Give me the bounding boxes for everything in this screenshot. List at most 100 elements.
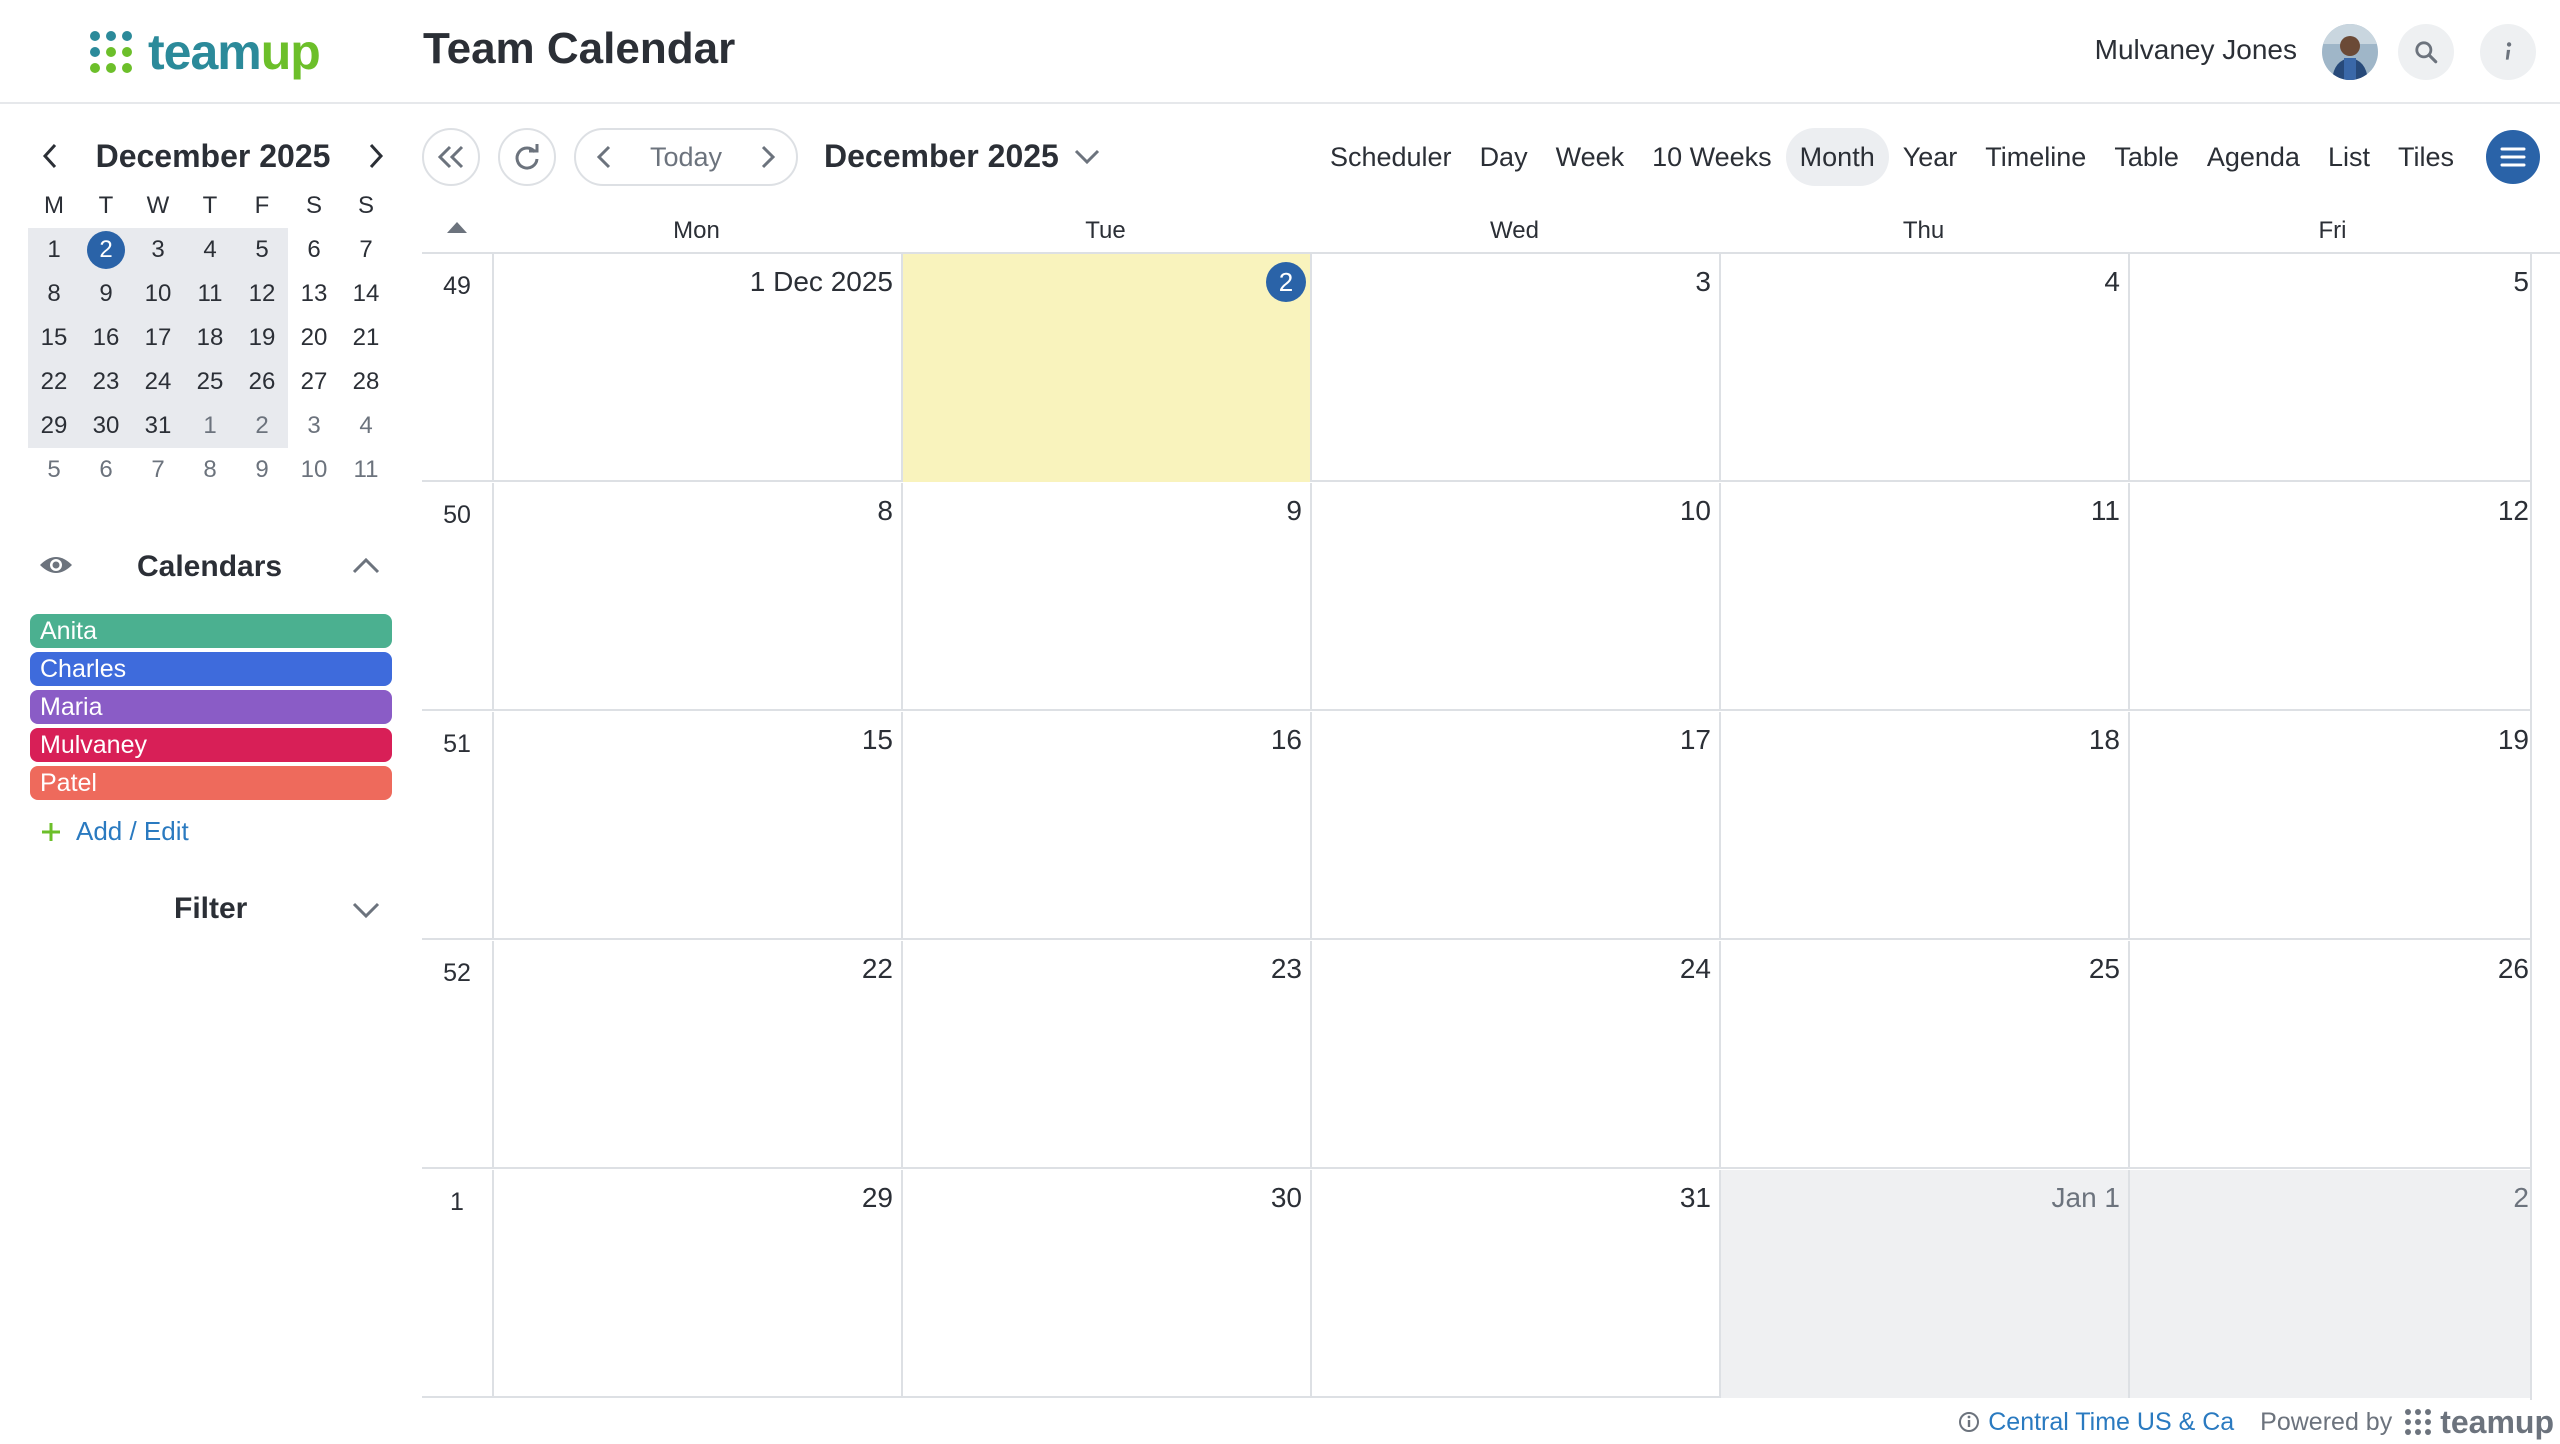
mini-day[interactable]: 4 (340, 404, 392, 448)
calendar-item-charles[interactable]: Charles (30, 652, 392, 686)
day-cell[interactable]: 9 (901, 483, 1310, 711)
mini-day[interactable]: 9 (236, 448, 288, 492)
collapse-calendars-button[interactable] (350, 550, 382, 587)
timezone-link[interactable]: Central Time US & Ca (1958, 1408, 2234, 1437)
mini-day[interactable]: 16 (80, 316, 132, 360)
day-number[interactable]: 31 (1680, 1182, 1711, 1214)
day-number[interactable]: 3 (1695, 266, 1711, 298)
day-number[interactable]: 23 (1271, 953, 1302, 985)
day-cell[interactable]: 11 (1719, 483, 2128, 711)
day-number[interactable]: 12 (2498, 495, 2529, 527)
mini-prev-month-button[interactable] (28, 134, 72, 178)
mini-day[interactable]: 6 (288, 228, 340, 272)
day-number[interactable]: 18 (2089, 724, 2120, 756)
mini-day[interactable]: 9 (80, 272, 132, 316)
day-cell[interactable]: 10 (1310, 483, 1719, 711)
view-scheduler[interactable]: Scheduler (1316, 128, 1466, 186)
week-number[interactable]: 51 (422, 712, 492, 940)
day-cell[interactable]: Jan 1 (1719, 1170, 2128, 1398)
view-week[interactable]: Week (1542, 128, 1639, 186)
mini-day[interactable]: 26 (236, 360, 288, 404)
day-number[interactable]: 19 (2498, 724, 2529, 756)
day-number[interactable]: 2 (2513, 1182, 2529, 1214)
calendar-item-patel[interactable]: Patel (30, 766, 392, 800)
day-number[interactable]: 17 (1680, 724, 1711, 756)
day-cell[interactable]: 22 (492, 941, 901, 1169)
mini-day[interactable]: 18 (184, 316, 236, 360)
mini-day[interactable]: 21 (340, 316, 392, 360)
day-cell[interactable]: 26 (2128, 941, 2537, 1169)
day-cell[interactable]: 18 (1719, 712, 2128, 940)
day-cell[interactable]: 29 (492, 1170, 901, 1398)
mini-day[interactable]: 1 (184, 404, 236, 448)
day-number[interactable]: 25 (2089, 953, 2120, 985)
mini-day[interactable]: 6 (80, 448, 132, 492)
mini-day[interactable]: 22 (28, 360, 80, 404)
day-cell[interactable]: 5 (2128, 254, 2537, 482)
mini-day[interactable]: 8 (184, 448, 236, 492)
day-cell[interactable]: 3 (1310, 254, 1719, 482)
week-number[interactable]: 49 (422, 254, 492, 482)
day-cell[interactable]: 19 (2128, 712, 2537, 940)
info-button[interactable] (2480, 24, 2536, 80)
mini-day[interactable]: 29 (28, 404, 80, 448)
collapse-week-numbers-button[interactable] (446, 220, 468, 239)
mini-next-month-button[interactable] (354, 134, 398, 178)
mini-day[interactable]: 31 (132, 404, 184, 448)
day-number[interactable]: 1 Dec 2025 (750, 266, 893, 298)
day-cell[interactable]: 17 (1310, 712, 1719, 940)
day-number[interactable]: 24 (1680, 953, 1711, 985)
mini-day[interactable]: 28 (340, 360, 392, 404)
day-cell[interactable]: 31 (1310, 1170, 1719, 1398)
day-number[interactable]: 5 (2513, 266, 2529, 298)
day-cell[interactable]: 16 (901, 712, 1310, 940)
today-button[interactable]: Today (632, 142, 740, 173)
mini-day[interactable]: 1 (28, 228, 80, 272)
view-agenda[interactable]: Agenda (2193, 128, 2314, 186)
day-cell[interactable]: 1 Dec 2025 (492, 254, 901, 482)
expand-filter-button[interactable] (350, 894, 382, 931)
mini-day[interactable]: 5 (236, 228, 288, 272)
mini-day[interactable]: 25 (184, 360, 236, 404)
mini-day[interactable]: 10 (132, 272, 184, 316)
day-number[interactable]: 30 (1271, 1182, 1302, 1214)
filter-section-header[interactable]: Filter (28, 884, 398, 936)
mini-day[interactable]: 10 (288, 448, 340, 492)
day-number[interactable]: 16 (1271, 724, 1302, 756)
week-number[interactable]: 52 (422, 941, 492, 1169)
view-day[interactable]: Day (1466, 128, 1542, 186)
view-year[interactable]: Year (1889, 128, 1972, 186)
mini-day[interactable]: 27 (288, 360, 340, 404)
calendar-item-anita[interactable]: Anita (30, 614, 392, 648)
week-number[interactable]: 1 (422, 1170, 492, 1398)
day-cell[interactable]: 30 (901, 1170, 1310, 1398)
calendar-item-maria[interactable]: Maria (30, 690, 392, 724)
mini-day[interactable]: 30 (80, 404, 132, 448)
next-period-button[interactable] (740, 144, 796, 170)
vertical-scrollbar[interactable] (2530, 254, 2560, 1400)
mini-day[interactable]: 2 (236, 404, 288, 448)
mini-day[interactable]: 23 (80, 360, 132, 404)
day-cell[interactable]: 25 (1719, 941, 2128, 1169)
view-table[interactable]: Table (2100, 128, 2193, 186)
day-cell[interactable]: 23 (901, 941, 1310, 1169)
view-tiles[interactable]: Tiles (2384, 128, 2468, 186)
day-number[interactable]: 2 (1266, 262, 1306, 302)
mini-day[interactable]: 15 (28, 316, 80, 360)
mini-day[interactable]: 17 (132, 316, 184, 360)
mini-day[interactable]: 24 (132, 360, 184, 404)
month-picker[interactable]: December 2025 (824, 138, 1101, 175)
mini-day[interactable]: 2 (80, 228, 132, 272)
mini-day[interactable]: 7 (340, 228, 392, 272)
day-number[interactable]: Jan 1 (2052, 1182, 2121, 1214)
user-name[interactable]: Mulvaney Jones (2095, 34, 2297, 66)
day-cell[interactable]: 8 (492, 483, 901, 711)
day-cell[interactable]: 12 (2128, 483, 2537, 711)
day-number[interactable]: 11 (2091, 495, 2120, 527)
mini-day[interactable]: 11 (340, 448, 392, 492)
day-number[interactable]: 9 (1286, 495, 1302, 527)
mini-day[interactable]: 3 (132, 228, 184, 272)
day-cell[interactable]: 4 (1719, 254, 2128, 482)
avatar[interactable] (2322, 24, 2378, 80)
day-number[interactable]: 4 (2104, 266, 2120, 298)
